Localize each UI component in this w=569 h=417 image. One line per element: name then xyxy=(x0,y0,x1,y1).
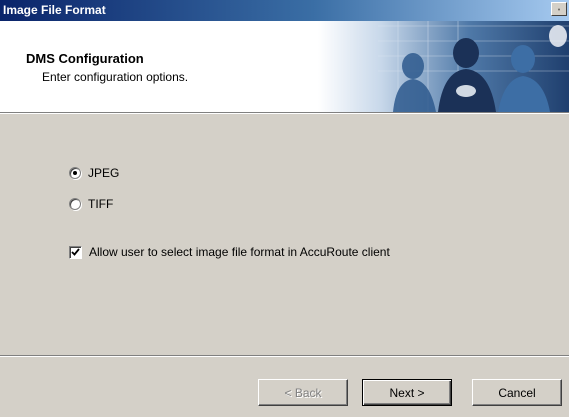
cancel-button[interactable]: Cancel xyxy=(472,379,562,406)
check-icon xyxy=(71,248,80,256)
jpeg-label[interactable]: JPEG xyxy=(88,166,119,180)
wizard-header: DMS Configuration Enter configuration op… xyxy=(0,21,569,112)
header-subtitle: Enter configuration options. xyxy=(42,70,189,84)
wizard-dialog: Image File Format DMS Configuration Ente… xyxy=(0,0,569,417)
jpeg-option[interactable]: JPEG xyxy=(69,165,119,181)
allow-user-select-option[interactable]: Allow user to select image file format i… xyxy=(69,244,390,260)
allow-user-select-label[interactable]: Allow user to select image file format i… xyxy=(89,245,390,259)
jpeg-radio[interactable] xyxy=(69,167,81,179)
next-button[interactable]: Next > xyxy=(362,379,452,406)
tiff-option[interactable]: TIFF xyxy=(69,196,113,212)
footer-separator xyxy=(0,355,569,357)
header-title: DMS Configuration xyxy=(26,51,144,66)
header-separator xyxy=(0,112,569,114)
close-button[interactable] xyxy=(551,2,567,16)
title-bar[interactable]: Image File Format xyxy=(0,0,569,21)
close-icon xyxy=(558,7,560,11)
window-title: Image File Format xyxy=(3,3,106,17)
tiff-radio[interactable] xyxy=(69,198,81,210)
tiff-label[interactable]: TIFF xyxy=(88,197,113,211)
back-button[interactable]: < Back xyxy=(258,379,348,406)
header-banner-image xyxy=(318,21,569,112)
allow-user-select-checkbox[interactable] xyxy=(69,245,82,259)
